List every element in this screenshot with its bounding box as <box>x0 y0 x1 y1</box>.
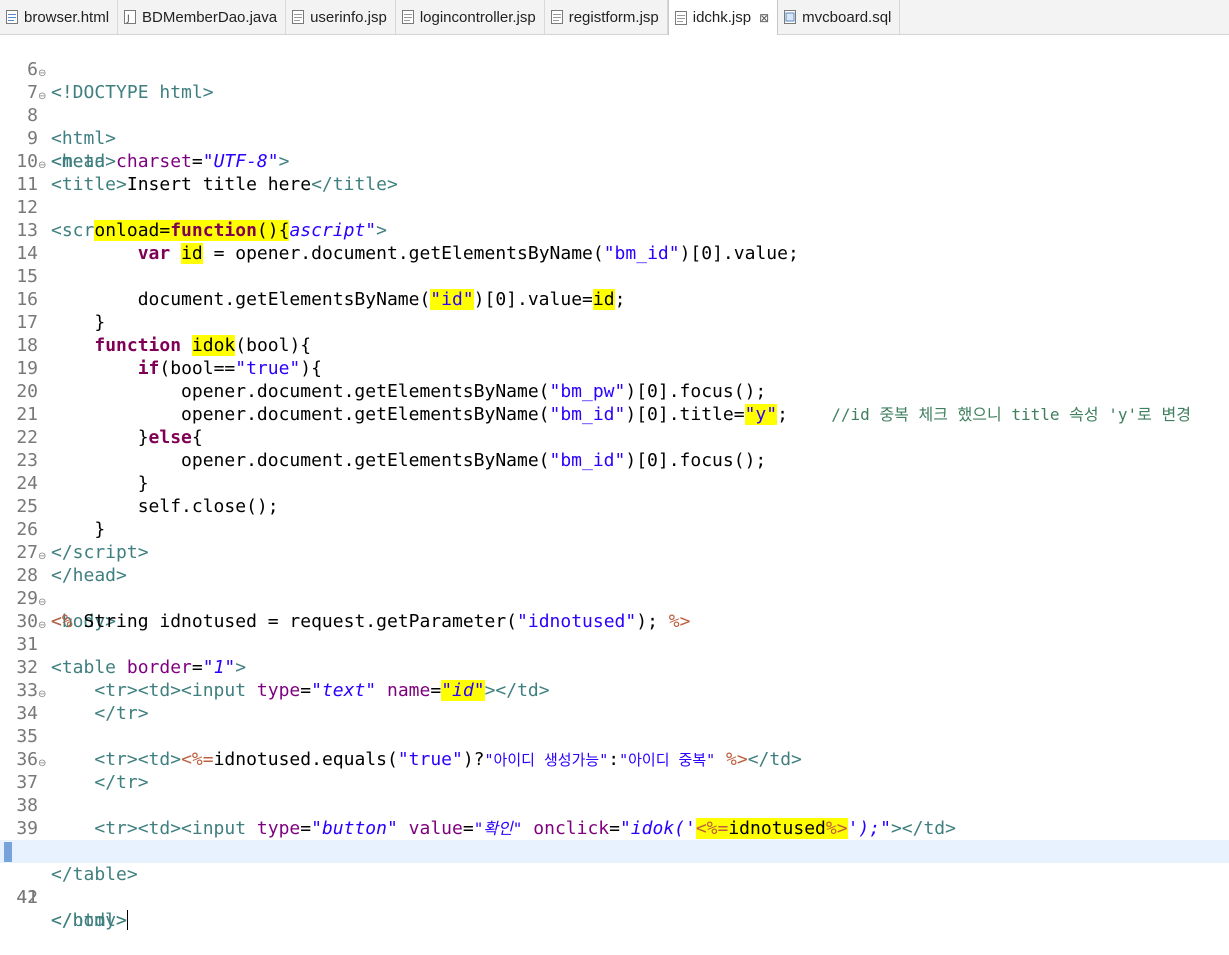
code-line-31: 31 ⊖ <tr> <box>0 610 1229 701</box>
code-editor[interactable]: 6 <!DOCTYPE html> 7 ⊖ <html> 8 ⊖ <head> … <box>0 35 1229 931</box>
code-line-39: 39 </tr> <box>0 794 1229 862</box>
tab-label: registform.jsp <box>568 8 659 26</box>
code-line-7: 7 ⊖ <html> <box>0 58 1229 149</box>
code-line-29: 29 <% String idnotused = request.getPara… <box>0 564 1229 632</box>
text-cursor <box>126 910 128 930</box>
jsp-file-icon <box>674 10 687 25</box>
code-line-17: 17 function idok(bool){ <box>0 288 1229 356</box>
code-line-19: 19 opener.document.getElementsByName("bm… <box>0 334 1229 402</box>
jsp-file-icon <box>550 10 563 24</box>
close-tab-icon[interactable]: ⊠ <box>759 11 769 25</box>
line-number: 42 <box>16 887 38 908</box>
tab-label: idchk.jsp <box>692 9 752 26</box>
tab-label: BDMemberDao.java <box>142 8 278 26</box>
sql-file-icon <box>784 10 797 24</box>
code-line-36: 36 </tr> <box>0 725 1229 793</box>
code-line-35: 35 <td><%=idnotused.equals("true")?"아이디 … <box>0 702 1229 770</box>
code-line-22: 22 opener.document.getElementsByName("bm… <box>0 403 1229 471</box>
code-line-23: 23 } <box>0 426 1229 494</box>
code-line-34: 34 ⊖ <tr> <box>0 679 1229 770</box>
code-line-40: 40 </table> <box>0 817 1229 885</box>
tab-bdmemberdao-java[interactable]: J BDMemberDao.java <box>118 0 287 34</box>
svg-text:J: J <box>126 14 130 24</box>
tab-browser-html[interactable]: browser.html <box>0 0 119 34</box>
code-line-9: 9 <meta charset="UTF-8"> <box>0 104 1229 172</box>
java-file-icon: J <box>124 10 137 24</box>
code-line-42: 42 </html> <box>0 863 1229 931</box>
tab-label: mvcboard.sql <box>802 8 892 26</box>
code-line-30: 30 ⊖ <table border="1"> <box>0 587 1229 678</box>
code-line-41-current: 41 </body> <box>0 840 1229 931</box>
html-file-icon <box>6 10 18 24</box>
tab-mvcboard-sql[interactable]: mvcboard.sql <box>778 0 901 34</box>
tab-label: userinfo.jsp <box>310 8 387 26</box>
code-line-20: 20 opener.document.getElementsByName("bm… <box>0 357 1229 425</box>
code-line-10: 10 <title>Insert title here</title> <box>0 127 1229 195</box>
tab-registform-jsp[interactable]: registform.jsp <box>545 0 668 34</box>
tab-label: browser.html <box>24 8 110 26</box>
code-line-16: 16 } <box>0 265 1229 333</box>
tab-userinfo-jsp[interactable]: userinfo.jsp <box>286 0 396 34</box>
jsp-file-icon <box>401 10 414 24</box>
tab-logincontroller-jsp[interactable]: logincontroller.jsp <box>396 0 545 34</box>
code-line-24: 24 self.close(); <box>0 449 1229 517</box>
code-line-12: 12 onload=function(){ <box>0 173 1229 241</box>
jsp-file-icon <box>292 10 305 24</box>
code-line-26: 26 </script> <box>0 495 1229 563</box>
bookmark-marker <box>4 842 12 862</box>
code-line-15: 15 document.getElementsByName("id")[0].v… <box>0 242 1229 310</box>
tab-idchk-jsp[interactable]: idchk.jsp ⊠ <box>667 0 779 35</box>
editor-tab-bar: browser.html J BDMemberDao.java userinfo.js… <box>0 0 1229 35</box>
code-line-28: 28 ⊖ <body> <box>0 541 1229 632</box>
code-line-6: 6 <!DOCTYPE html> <box>0 35 1229 103</box>
code-line-21: 21 }else{ <box>0 380 1229 448</box>
code-line-13: 13 var id = opener.document.getElementsB… <box>0 196 1229 264</box>
code-line-38: 38 <td><input type="button" value="확인" o… <box>0 771 1229 839</box>
code-line-33: 33 </tr> <box>0 656 1229 724</box>
code-line-32: 32 <td><input type="text" name="id"></td… <box>0 633 1229 701</box>
code-line-25: 25 } <box>0 472 1229 540</box>
code-line-27: 27 </head> <box>0 518 1229 586</box>
code-line-14: 14 <box>0 219 1229 264</box>
tab-label: logincontroller.jsp <box>419 8 536 26</box>
code-line-18: 18 if(bool=="true"){ <box>0 311 1229 379</box>
code-line-8: 8 ⊖ <head> <box>0 81 1229 172</box>
code-line-11: 11 ⊖ <script type="text/javascript"> <box>0 150 1229 241</box>
code-line-37: 37 ⊖ <tr> <box>0 748 1229 839</box>
